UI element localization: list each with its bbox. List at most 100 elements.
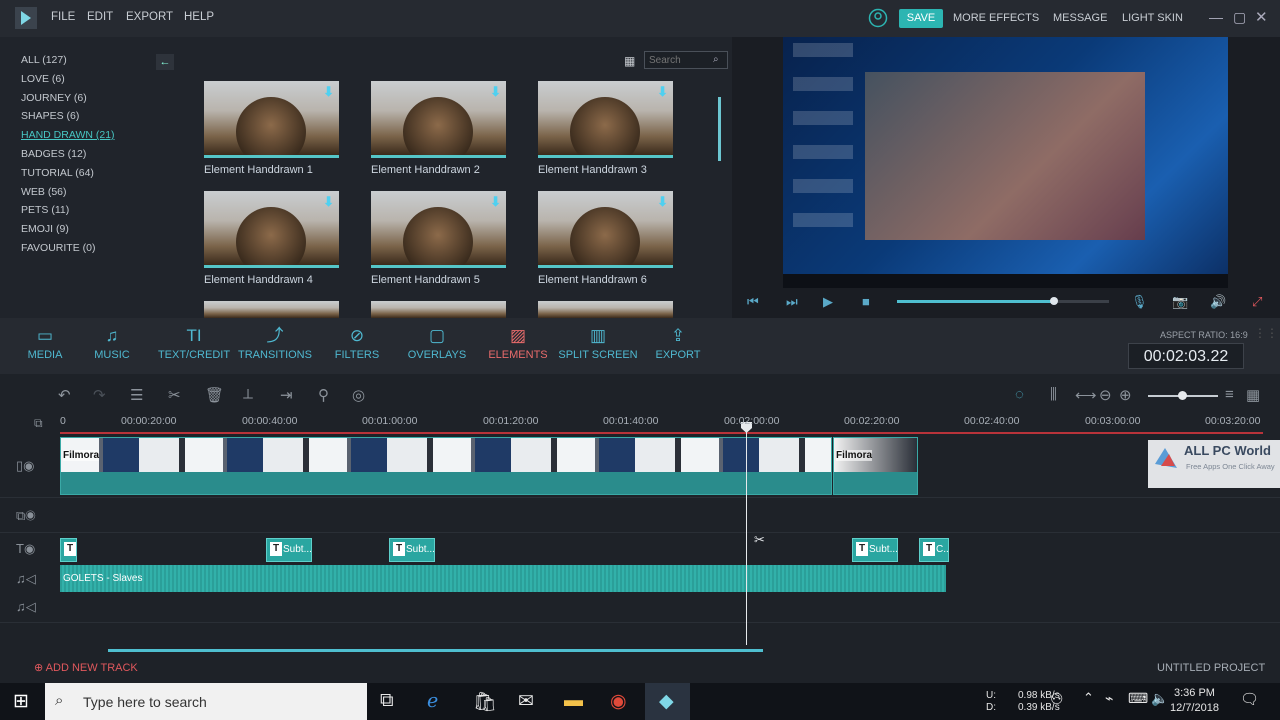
download-icon[interactable]: ⬇: [657, 194, 668, 210]
maximize-icon[interactable]: ▢: [1233, 9, 1246, 26]
cut-icon[interactable]: ✂: [168, 386, 181, 404]
audio-mixer-icon[interactable]: ⫼: [1050, 386, 1057, 403]
delete-icon[interactable]: 🗑: [205, 386, 224, 404]
video-clip-1[interactable]: Filmora: [60, 437, 832, 495]
title-clip[interactable]: T Subt...: [266, 538, 312, 562]
adjust-icon[interactable]: ☰: [130, 386, 143, 404]
menu-edit[interactable]: EDIT: [87, 11, 113, 23]
category-item[interactable]: HAND DRAWN (21): [21, 129, 115, 141]
message-link[interactable]: MESSAGE: [1053, 12, 1107, 24]
download-icon[interactable]: ⬇: [323, 194, 334, 210]
prev-frame-icon[interactable]: ⏮: [747, 294, 759, 310]
play-icon[interactable]: ▶: [823, 294, 833, 310]
element-thumbnail[interactable]: [371, 301, 506, 318]
tool-split-screen[interactable]: ▥ SPLIT SCREEN: [553, 325, 643, 361]
title-clip[interactable]: T Subt...: [852, 538, 898, 562]
title-clip[interactable]: T Subt...: [389, 538, 435, 562]
tool-export[interactable]: ⇪ EXPORT: [633, 325, 723, 361]
mail-icon[interactable]: ✉: [518, 690, 534, 713]
snap-icon[interactable]: ⧉: [34, 416, 43, 431]
windows-start-icon[interactable]: ⊞: [13, 690, 29, 713]
element-thumbnail[interactable]: [538, 301, 673, 318]
zoom-in-icon[interactable]: ⊕: [1119, 386, 1132, 404]
download-icon[interactable]: ⬇: [657, 84, 668, 100]
more-effects-link[interactable]: MORE EFFECTS: [953, 12, 1039, 24]
clock[interactable]: 3:36 PM 12/7/2018: [1170, 686, 1219, 716]
store-icon[interactable]: 🛍: [473, 690, 497, 714]
menu-file[interactable]: FILE: [51, 11, 75, 23]
scissors-icon[interactable]: ✂: [754, 532, 765, 548]
account-icon[interactable]: [868, 8, 888, 28]
download-icon[interactable]: ⬇: [323, 84, 334, 100]
element-thumbnail[interactable]: ⬇: [538, 81, 673, 158]
fullscreen-icon[interactable]: ⤢: [1252, 294, 1262, 310]
category-item[interactable]: FAVOURITE (0): [21, 242, 95, 254]
taskbar-search-box[interactable]: Type here to search: [45, 683, 367, 720]
zoom-knob[interactable]: [1178, 391, 1187, 400]
notification-icon[interactable]: 🗨: [1240, 690, 1259, 708]
zoom-out-icon[interactable]: ⊖: [1099, 386, 1112, 404]
network-icon[interactable]: ⌁: [1105, 690, 1113, 707]
grid-view-icon[interactable]: ▦: [624, 54, 635, 68]
edge-icon[interactable]: ℯ: [427, 690, 438, 713]
file-explorer-icon[interactable]: ▬: [564, 690, 583, 712]
next-frame-icon[interactable]: ⏭: [786, 294, 798, 310]
pin-icon[interactable]: ⚲: [318, 386, 329, 404]
crop-icon[interactable]: ⟂: [243, 386, 253, 403]
library-scrollbar[interactable]: [718, 97, 721, 161]
tool-filters[interactable]: ⊘ FILTERS: [312, 325, 402, 361]
category-item[interactable]: EMOJI (9): [21, 223, 69, 235]
undo-icon[interactable]: ↶: [58, 386, 71, 404]
chrome-icon[interactable]: ◉: [610, 690, 627, 713]
video-clip-2[interactable]: Filmora: [833, 437, 918, 495]
list-view-icon[interactable]: ≡: [1225, 386, 1234, 403]
record-voiceover-icon[interactable]: 🎙: [1131, 294, 1148, 310]
snapshot-icon[interactable]: 📷: [1172, 294, 1188, 310]
element-thumbnail[interactable]: [204, 301, 339, 318]
resize-grip-icon[interactable]: ⋮⋮: [1254, 326, 1278, 366]
audio-clip[interactable]: GOLETS - Slaves: [60, 565, 946, 592]
language-icon[interactable]: ⌨: [1128, 690, 1148, 707]
category-item[interactable]: TUTORIAL (64): [21, 167, 94, 179]
category-item[interactable]: PETS (11): [21, 204, 69, 216]
category-item[interactable]: JOURNEY (6): [21, 92, 87, 104]
element-thumbnail[interactable]: ⬇: [538, 191, 673, 268]
tool-transitions[interactable]: ⤴ TRANSITIONS: [230, 325, 320, 361]
task-view-icon[interactable]: ⧉: [380, 690, 394, 712]
menu-help[interactable]: HELP: [184, 11, 214, 23]
menu-export[interactable]: EXPORT: [126, 11, 173, 23]
minimize-icon[interactable]: —: [1209, 9, 1223, 25]
element-thumbnail[interactable]: ⬇: [371, 191, 506, 268]
tool-elements[interactable]: ▨ ELEMENTS: [473, 325, 563, 361]
timeline-scrollbar[interactable]: [108, 649, 763, 652]
light-skin-link[interactable]: LIGHT SKIN: [1122, 12, 1183, 24]
category-item[interactable]: ALL (127): [21, 54, 67, 66]
people-icon[interactable]: ⚇: [1050, 690, 1063, 708]
tray-expand-icon[interactable]: ⌃: [1083, 690, 1094, 706]
category-item[interactable]: SHAPES (6): [21, 110, 79, 122]
preview-progress[interactable]: [897, 297, 1109, 305]
track-grid-icon[interactable]: ▦: [1246, 386, 1260, 404]
element-thumbnail[interactable]: ⬇: [204, 81, 339, 158]
title-clip[interactable]: TC...: [919, 538, 949, 562]
element-thumbnail[interactable]: ⬇: [204, 191, 339, 268]
tool-text-credit[interactable]: TI TEXT/CREDIT: [149, 325, 239, 361]
save-button[interactable]: SAVE: [899, 9, 943, 28]
tool-overlays[interactable]: ▢ OVERLAYS: [392, 325, 482, 361]
color-icon[interactable]: ◎: [352, 386, 365, 404]
collapse-sidebar-button[interactable]: ←: [156, 54, 174, 70]
redo-icon[interactable]: ↷: [93, 386, 106, 404]
add-new-track-button[interactable]: ⊕ ADD NEW TRACK: [34, 661, 138, 674]
fit-timeline-icon[interactable]: ⟷: [1075, 386, 1097, 404]
speaker-icon[interactable]: 🔈: [1151, 690, 1168, 707]
playhead[interactable]: [746, 423, 747, 645]
category-item[interactable]: WEB (56): [21, 186, 67, 198]
render-icon[interactable]: ◌: [1015, 386, 1024, 403]
volume-icon[interactable]: 🔊: [1210, 294, 1226, 310]
download-icon[interactable]: ⬇: [490, 194, 501, 210]
close-icon[interactable]: ✕: [1255, 8, 1268, 26]
tool-music[interactable]: ♫ MUSIC: [67, 325, 157, 361]
category-item[interactable]: BADGES (12): [21, 148, 86, 160]
element-thumbnail[interactable]: ⬇: [371, 81, 506, 158]
category-item[interactable]: LOVE (6): [21, 73, 65, 85]
